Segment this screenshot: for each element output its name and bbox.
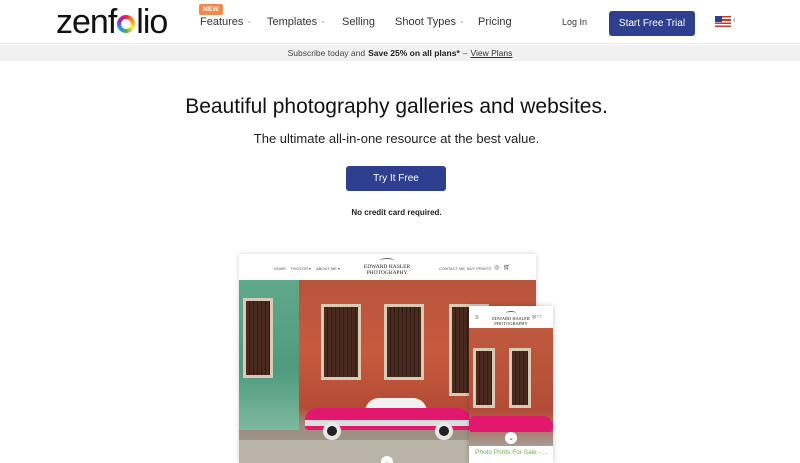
mockup-nav-about: ABOUT ME ▾ [316,266,340,271]
view-plans-link[interactable]: View Plans [470,48,512,58]
mockup-window [321,304,361,380]
login-link[interactable]: Log In [562,0,587,44]
mobile-caption: Photo Prints For Sale - ... [475,449,548,456]
mobile-menu-icon: ≡ [475,315,479,321]
mobile-havana-photo: ⌄ [469,328,553,446]
mockup-nav-home: HOME [274,266,286,271]
pink-vintage-car [305,398,475,440]
mockup-instagram-icon: ◎ [494,265,500,271]
nav-selling-label: Selling [342,16,376,28]
us-flag-icon[interactable] [715,16,731,27]
nav-features[interactable]: Features ⌄ [200,0,252,44]
nav-selling[interactable]: Selling [342,0,375,44]
mobile-pink-car [469,416,553,432]
nav-shoot-types[interactable]: Shoot Types ⌄ [395,0,465,44]
mockup-nav-photos: PHOTOS ▾ [291,266,311,271]
mobile-site-logo: EDWARD HASLER PHOTOGRAPHY [487,311,535,326]
mobile-site-title-2: PHOTOGRAPHY [494,321,528,326]
promo-bar: Subscribe today and Save 25% on all plan… [0,45,800,61]
chevron-down-icon: ⌄ [246,18,253,25]
start-free-trial-button[interactable]: Start Free Trial [609,11,695,36]
car-wheel [435,422,453,440]
no-credit-card-note: No credit card required. [351,208,442,217]
promo-text: Subscribe today and [287,48,366,58]
nav-shoot-types-label: Shoot Types [395,16,456,28]
nav-templates[interactable]: Templates ⌄ [267,0,326,44]
mobile-window [509,348,531,408]
logo-text-f: f [107,2,118,41]
nav-pricing-label: Pricing [478,16,512,28]
logo-text-left: zen [56,2,109,41]
mockup-window [384,304,424,380]
scroll-down-icon[interactable]: ⌄ [381,456,393,463]
mockup-window [243,298,273,378]
mockup-cart-icon: 🛒︎ [503,265,511,271]
nav-templates-label: Templates [267,16,318,28]
logo-rainbow-o-icon [117,15,136,33]
site-header: zen f lio NEW Features ⌄ Templates ⌄ Selling… [0,0,800,44]
zenfolio-logo[interactable]: zen f lio [56,2,168,41]
mobile-window [473,348,495,408]
try-it-free-button[interactable]: Try It Free [346,166,446,191]
promo-discount: Save 25% on all plans* [368,48,460,58]
hero-subtitle: The ultimate all-in-one resource at the … [253,131,540,146]
promo-separator: – [462,48,468,58]
mobile-scroll-down-icon[interactable]: ⌄ [505,432,517,444]
mockup-site-title-2: PHOTOGRAPHY [366,270,408,276]
mobile-social-icons: ◎ □ [532,314,541,320]
mockup-nav-prints: BUY PRINTS [467,266,491,271]
chevron-down-icon: ⌄ [458,18,465,25]
car-wheel [323,422,341,440]
language-chevron-icon[interactable]: ‹ [733,17,735,24]
logo-text-right: lio [136,2,168,41]
mockup-site-logo: EDWARD HASLER PHOTOGRAPHY [359,258,415,276]
nav-features-label: Features [200,16,244,28]
mockup-nav-contact: CONTACT ME [439,266,466,271]
hero-title: Beautiful photography galleries and webs… [185,95,608,118]
mockup-nav: HOME PHOTOS ▾ ABOUT ME ▾ EDWARD HASLER P… [239,254,536,280]
nav-pricing[interactable]: Pricing [478,0,512,44]
chevron-down-icon: ⌄ [320,18,327,25]
mobile-site-mockup: ≡ EDWARD HASLER PHOTOGRAPHY ◎ □ ⌄ Photo … [469,306,553,463]
